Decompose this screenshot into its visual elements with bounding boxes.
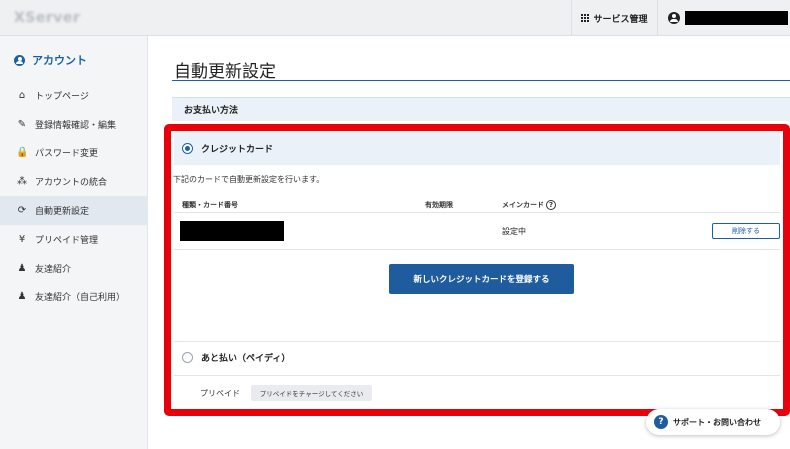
sidebar-item-password[interactable]: 🔒 パスワード変更 — [0, 139, 148, 168]
title-divider — [172, 80, 790, 81]
logo[interactable]: XServer — [14, 10, 80, 26]
sidebar: アカウント ⌂ トップページ ✎ 登録情報確認・編集 🔒 パスワード変更 ⁂ アカウント… — [0, 36, 148, 449]
lock-icon: 🔒 — [16, 147, 29, 159]
highlight-box — [164, 124, 790, 416]
page-title: 自動更新設定 — [174, 62, 276, 82]
user-menu[interactable] — [658, 0, 790, 36]
sidebar-item-top-page[interactable]: ⌂ トップページ — [0, 81, 148, 110]
merge-icon: ⁂ — [17, 176, 27, 188]
edit-icon: ✎ — [17, 118, 27, 130]
services-menu-button[interactable]: サービス管理 — [571, 0, 658, 36]
sidebar-item-auto-renew[interactable]: ⟳ 自動更新設定 — [0, 196, 148, 225]
redacted-user-name — [685, 11, 788, 25]
top-bar: XServer サービス管理 — [0, 0, 790, 36]
services-label: サービス管理 — [593, 14, 648, 25]
sidebar-item-account-merge[interactable]: ⁂ アカウントの統合 — [0, 167, 148, 196]
grid-icon — [581, 14, 590, 22]
home-icon: ⌂ — [18, 89, 26, 101]
payment-method-header: お支払い方法 — [172, 97, 790, 121]
account-icon — [14, 54, 25, 66]
support-button[interactable]: ? サポート・お問い合わせ — [646, 409, 780, 435]
sidebar-heading[interactable]: アカウント — [14, 52, 87, 68]
person-arrow-icon: ♟ — [17, 291, 27, 303]
person-icon: ♟ — [17, 262, 27, 274]
sidebar-item-referral-self[interactable]: ♟ 友達紹介（自己利用） — [0, 283, 148, 312]
support-label: サポート・お問い合わせ — [673, 417, 761, 427]
sidebar-nav: ⌂ トップページ ✎ 登録情報確認・編集 🔒 パスワード変更 ⁂ アカウントの統合 ⟳ 自… — [0, 81, 148, 311]
user-circle-icon — [668, 12, 680, 24]
refresh-icon: ⟳ — [17, 205, 27, 217]
sidebar-item-referral[interactable]: ♟ 友達紹介 — [0, 254, 148, 283]
sidebar-item-prepaid[interactable]: ¥ プリペイド管理 — [0, 225, 148, 254]
question-icon: ? — [654, 415, 668, 429]
sidebar-item-registration[interactable]: ✎ 登録情報確認・編集 — [0, 110, 148, 139]
yen-icon: ¥ — [18, 233, 26, 245]
